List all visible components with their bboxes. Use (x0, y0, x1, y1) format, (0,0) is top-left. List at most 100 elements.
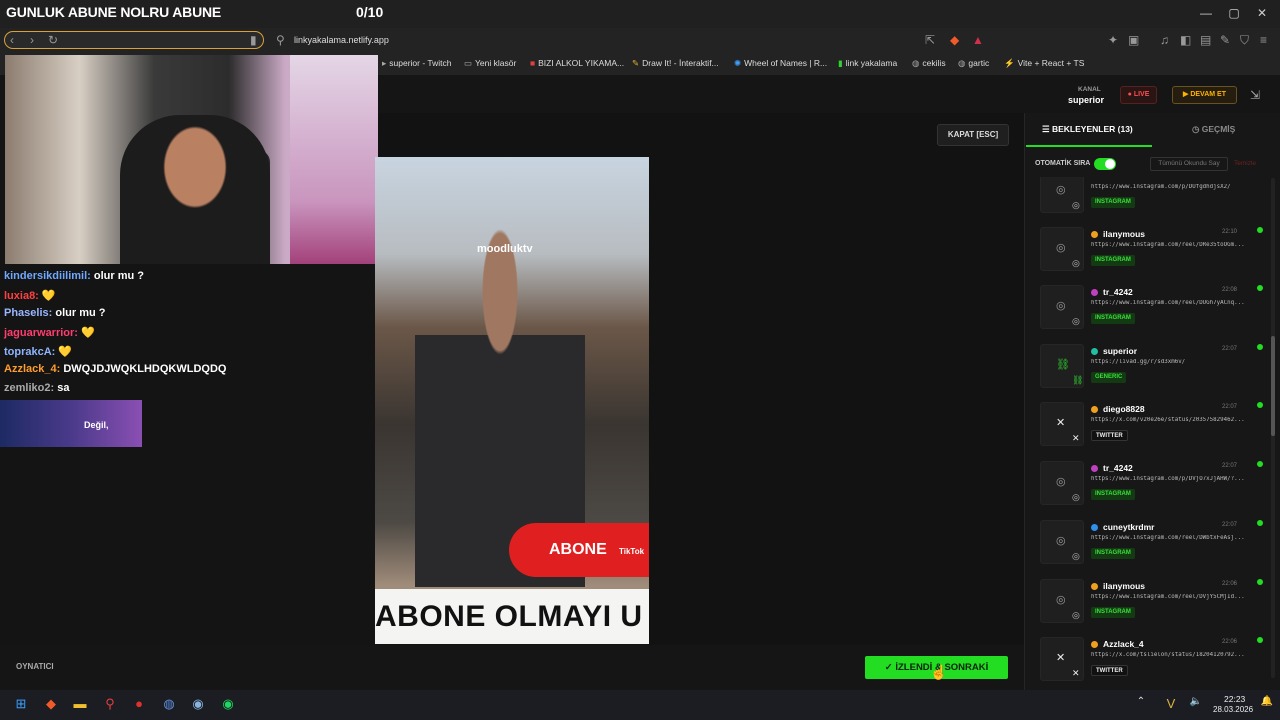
link-icon: ⛓ (1056, 359, 1070, 371)
file-explorer-icon[interactable]: ▬ (69, 696, 91, 711)
queue-item[interactable]: ◎ ◎ ilanymous 22:10 https://www.instagram… (1028, 221, 1268, 279)
site-info-icon[interactable]: ⚲ (276, 33, 285, 47)
live-button[interactable]: ● LIVE (1120, 86, 1157, 104)
webcam-feed (5, 55, 378, 264)
video-caption: ABONE OLMAYI U (375, 589, 649, 644)
queue-scrollbar-thumb[interactable] (1271, 336, 1275, 436)
brave-shields-icon[interactable]: ◆ (950, 33, 959, 47)
tray-chevron-icon[interactable]: ⌃ (1130, 696, 1152, 707)
queue-url[interactable]: https://www.instagram.com/p/DVjO7xJjAHW/… (1091, 476, 1251, 482)
chat-line: zemliko2: sa (4, 382, 70, 394)
bookmark-yeni-klasor[interactable]: ▭ Yeni klasör (464, 58, 516, 69)
queue-thumbnail: ◎ ◎ (1040, 461, 1084, 505)
spotify-icon[interactable]: ◉ (217, 696, 239, 712)
bookmark-wheel-of-names[interactable]: ✺ Wheel of Names | R... (734, 58, 827, 69)
reload-icon[interactable]: ↻ (48, 33, 58, 47)
volume-icon[interactable]: 🔈 (1185, 696, 1207, 707)
queue-user: cuneytkrdmr (1091, 522, 1155, 532)
brave-browser-icon[interactable]: ◆ (40, 696, 62, 712)
queue-url[interactable]: https://www.instagram.com/p/DUfgdhdjsX2/ (1091, 184, 1251, 190)
clock-date[interactable]: 28.03.2026 (1213, 705, 1253, 714)
tab-search-icon[interactable]: ▣ (1128, 33, 1139, 47)
queue-user: ilanymous (1091, 229, 1145, 239)
music-icon[interactable]: ♫ (1160, 33, 1169, 47)
record-app-icon[interactable]: ● (128, 696, 150, 711)
continue-button[interactable]: ▶ DEVAM ET (1172, 86, 1237, 104)
maximize-icon[interactable]: ▢ (1224, 6, 1244, 20)
bookmark-draw-it[interactable]: ✎ Draw It! - İnteraktif... (632, 58, 719, 69)
queue-item[interactable]: ◎ ◎ tr_4242 22:07 https://www.instagram.c… (1028, 455, 1268, 513)
tiktok-watermark: TikTok (619, 547, 645, 556)
tab-waiting[interactable]: ☰ BEKLEYENLER (13) (1042, 124, 1133, 135)
notification-icon[interactable]: 🔔 (1256, 696, 1278, 707)
online-dot (1257, 227, 1263, 233)
globe-app-icon[interactable]: ◍ (158, 696, 180, 712)
queue-url[interactable]: https://livad.gg/r/sd3xm6v/ (1091, 359, 1251, 365)
user-avatar (1091, 348, 1098, 356)
player-label: OYNATICI (16, 662, 54, 671)
check-icon: ✓ (884, 662, 896, 673)
platform-badge: GENERIC (1091, 372, 1127, 383)
mouse-cursor-icon: ☝ (930, 664, 948, 680)
queue-url[interactable]: https://www.instagram.com/reel/DVjY5CMjI… (1091, 594, 1251, 600)
bookmark-bizi-alkol[interactable]: ■ BIZI ALKOL YIKAMA... (530, 58, 624, 68)
platform-badge: INSTAGRAM (1091, 489, 1135, 500)
online-dot (1257, 579, 1263, 585)
address-bar[interactable] (4, 31, 264, 49)
menu-icon[interactable]: ≡ (1260, 33, 1267, 47)
forward-icon[interactable]: › (30, 33, 34, 47)
windows-start-icon[interactable]: ⊞ (10, 696, 32, 712)
bookmark-vite-react[interactable]: ⚡ Vite + React + TS (1004, 58, 1084, 69)
video-player[interactable]: moodluktv ABONE TikTok ABONE OLMAYI U (375, 157, 649, 644)
online-dot (1257, 402, 1263, 408)
instagram-small-icon: ◎ (1072, 551, 1080, 561)
queue-url[interactable]: https://www.instagram.com/reel/DWbtxFeAs… (1091, 535, 1251, 541)
vpn-icon[interactable]: ⛉ (1240, 33, 1249, 48)
twitch-icon: ▸ (382, 58, 387, 68)
x-twitter-small-icon: ✕ (1072, 433, 1080, 443)
queue-time: 22:06 (1222, 639, 1238, 645)
auto-queue-toggle[interactable] (1094, 158, 1116, 170)
tray-app-icon[interactable]: V (1160, 696, 1182, 711)
queue-item[interactable]: ✕ ✕ Azzlack_4 22:06 https://x.com/tslielo… (1028, 631, 1268, 682)
queue-item[interactable]: ◎ ◎ tr_4242 22:08 https://www.instagram.c… (1028, 279, 1268, 337)
queue-url[interactable]: https://x.com/v20e26e/status/20357582946… (1091, 417, 1251, 423)
clock-time[interactable]: 22:23 (1224, 694, 1245, 704)
clear-button[interactable]: Temizle (1234, 157, 1256, 171)
bookmark-gartic[interactable]: ◍ gartic (958, 58, 989, 69)
platform-badge: INSTAGRAM (1091, 197, 1135, 208)
leo-icon[interactable]: ✎ (1220, 33, 1230, 47)
close-window-icon[interactable]: ✕ (1252, 6, 1272, 20)
queue-item[interactable]: ✕ ✕ diego8828 22:07 https://x.com/v20e26e… (1028, 396, 1268, 454)
platform-badge: TWITTER (1091, 430, 1128, 441)
sidebar-toggle-icon[interactable]: ◧ (1180, 33, 1191, 47)
bookmark-icon[interactable]: ▮ (250, 33, 257, 47)
close-player-button[interactable]: KAPAT [ESC] (937, 124, 1009, 146)
wallet-icon[interactable]: ▤ (1200, 33, 1211, 47)
queue-url[interactable]: https://x.com/tslielon/status/1820412079… (1091, 652, 1251, 658)
webcam-shelf (290, 55, 378, 264)
queue-item[interactable]: ⛓ ⛓ superior 22:07 https://livad.gg/r/sd3… (1028, 338, 1268, 396)
queue-item[interactable]: ◎ ◎ https://www.instagram.com/p/DUfgdhdjs… (1028, 177, 1268, 221)
brave-rewards-icon[interactable]: ▲ (972, 33, 984, 47)
extensions-icon[interactable]: ✦ (1108, 33, 1118, 47)
mark-all-read-button[interactable]: Tümünü Okundu Say (1150, 157, 1228, 171)
share-icon[interactable]: ⇱ (925, 33, 935, 47)
back-icon[interactable]: ‹ (10, 33, 14, 47)
maps-icon[interactable]: ⚲ (99, 696, 121, 712)
queue-thumbnail: ◎ ◎ (1040, 285, 1084, 329)
steam-icon[interactable]: ◉ (187, 696, 209, 712)
bookmark-superior-twitch[interactable]: ▸ superior - Twitch (382, 58, 451, 69)
queue-item[interactable]: ◎ ◎ ilanymous 22:06 https://www.instagram… (1028, 573, 1268, 631)
popout-icon[interactable]: ⇲ (1250, 88, 1260, 102)
clock-icon: ◷ (1192, 124, 1202, 134)
online-dot (1257, 461, 1263, 467)
queue-url[interactable]: https://www.instagram.com/reel/DUGh7yACn… (1091, 300, 1251, 306)
url-text[interactable]: linkyakalama.netlify.app (294, 35, 389, 45)
bookmark-cekilis[interactable]: ◍ cekilis (912, 58, 946, 69)
tab-history[interactable]: ◷ GEÇMİŞ (1192, 124, 1235, 135)
minimize-icon[interactable]: — (1196, 6, 1216, 20)
queue-url[interactable]: https://www.instagram.com/reel/DRe35toOG… (1091, 242, 1251, 248)
queue-item[interactable]: ◎ ◎ cuneytkrdmr 22:07 https://www.instagr… (1028, 514, 1268, 572)
bookmark-link-yakalama[interactable]: ▮ link yakalama (838, 58, 897, 69)
